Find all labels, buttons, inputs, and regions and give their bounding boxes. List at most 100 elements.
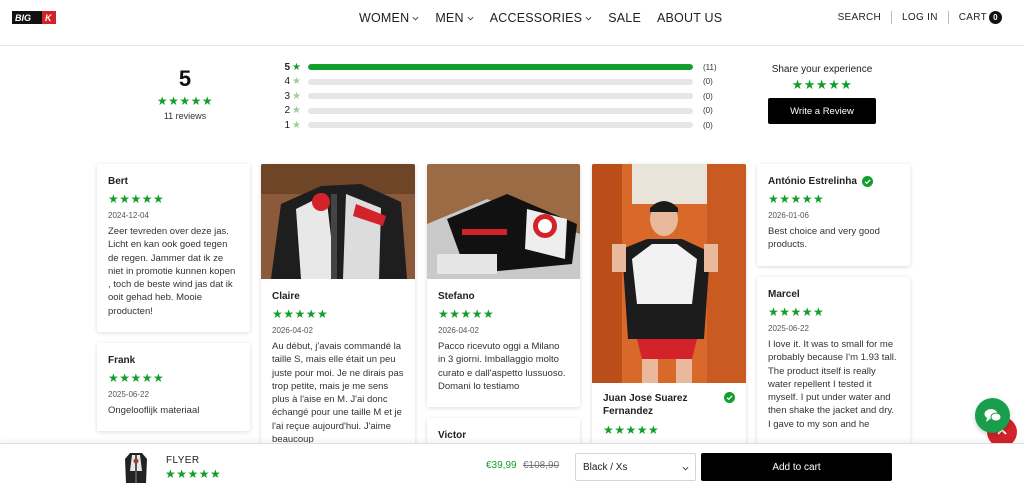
- rating-count: (0): [703, 77, 713, 87]
- sale-price: €39,99: [486, 460, 517, 471]
- review-card[interactable]: Stefano ★★★★★ 2026-04-02 Pacco ricevuto …: [427, 164, 580, 407]
- product-star-rating: ★★★★★: [165, 467, 222, 481]
- review-text: Pacco ricevuto oggi a Milano in 3 giorni…: [438, 341, 566, 392]
- review-card[interactable]: Juan Jose Suarez Fernandez ★★★★★: [592, 164, 746, 454]
- rating-bar-fill: [308, 64, 693, 71]
- rating-row-3[interactable]: 3 ★ (0): [281, 89, 717, 104]
- reviewer-name: Victor: [438, 430, 467, 441]
- top-navigation-bar: BIG K WOMEN MEN ACCESSORIES SALE ABOUT U…: [0, 0, 1024, 46]
- reviewer-name-row: Juan Jose Suarez Fernandez: [603, 392, 735, 418]
- rating-bar: [308, 107, 693, 114]
- nav-label: ACCESSORIES: [489, 11, 583, 25]
- review-text: Ongelooflijk materiaal: [108, 405, 200, 416]
- divider: [891, 11, 893, 24]
- star-rating: ★★★★★: [272, 307, 329, 321]
- review-date: 2026-04-02: [272, 326, 313, 335]
- rating-row-5[interactable]: 5 ★ (11): [281, 60, 717, 75]
- chevron-down-icon: [682, 466, 689, 471]
- reviewer-name: Marcel: [768, 289, 800, 300]
- rating-level: 2: [284, 105, 290, 117]
- review-date: 2025-06-22: [108, 390, 149, 399]
- nav-item-sale[interactable]: SALE: [608, 11, 641, 25]
- rating-bar: [308, 64, 693, 71]
- cart-count-badge: 0: [989, 11, 1002, 24]
- rating-count: (11): [703, 62, 717, 72]
- review-date: 2025-06-22: [768, 324, 809, 333]
- nav-label: SALE: [608, 11, 641, 25]
- rating-level: 4: [284, 76, 290, 88]
- nav-item-women[interactable]: WOMEN: [359, 11, 419, 25]
- star-rating: ★★★★★: [156, 94, 214, 108]
- reviewer-name: Claire: [272, 291, 300, 302]
- star-rating: ★★★★★: [438, 307, 495, 321]
- review-text: Au début, j'avais commandé la taille S, …: [272, 341, 404, 446]
- variant-select[interactable]: Black / Xs: [575, 453, 696, 481]
- review-date: 2024-12-04: [108, 211, 149, 220]
- product-name: FLYER: [166, 455, 200, 466]
- review-count: 11 reviews: [163, 111, 207, 121]
- sticky-add-to-cart-bar: FLYER ★★★★★ €39,99 €108,90 Black / Xs Ad…: [0, 443, 1024, 488]
- chat-button[interactable]: [975, 398, 1010, 433]
- chevron-down-icon: [467, 16, 474, 20]
- nav-item-men[interactable]: MEN: [435, 11, 474, 25]
- rating-bar: [308, 78, 693, 85]
- star-icon: ★: [292, 90, 301, 102]
- divider: [947, 11, 949, 24]
- reviewer-name: Stefano: [438, 291, 475, 302]
- review-date: 2026-04-02: [438, 326, 479, 335]
- chat-bubble-icon: [984, 408, 1001, 422]
- review-date: 2026-01-06: [768, 211, 809, 220]
- verified-check-icon: [861, 176, 873, 187]
- rating-row-4[interactable]: 4 ★ (0): [281, 75, 717, 90]
- add-to-cart-button[interactable]: Add to cart: [701, 453, 892, 481]
- review-card[interactable]: Frank ★★★★★ 2025-06-22 Ongelooflijk mate…: [97, 343, 250, 431]
- review-text: I love it. It was to small for me probab…: [768, 339, 897, 430]
- review-photo[interactable]: [427, 164, 580, 279]
- rating-count: (0): [703, 91, 713, 101]
- original-price: €108,90: [523, 460, 560, 471]
- star-icon: ★: [292, 76, 301, 88]
- share-label: Share your experience: [771, 64, 873, 75]
- search-link[interactable]: SEARCH: [838, 12, 881, 23]
- rating-row-1[interactable]: 1 ★ (0): [281, 118, 717, 133]
- login-link[interactable]: LOG IN: [902, 12, 938, 23]
- reviewer-name: Frank: [108, 355, 136, 366]
- chevron-down-icon: [585, 16, 592, 20]
- review-card[interactable]: António Estrelinha ★★★★★ 2026-01-06 Best…: [757, 164, 910, 266]
- rating-distribution: 5 ★ (11) 4 ★ (0) 3 ★ (0) 2 ★ (0) 1 ★ (0): [281, 60, 717, 133]
- rating-level: 5: [284, 61, 290, 73]
- star-rating: ★★★★★: [768, 305, 825, 319]
- rating-count: (0): [703, 120, 713, 130]
- chevron-down-icon: [412, 16, 419, 20]
- star-rating: ★★★★★: [108, 192, 165, 206]
- verified-check-icon: [724, 392, 735, 403]
- star-icon: ★: [292, 119, 301, 131]
- svg-text:BIG: BIG: [15, 13, 31, 23]
- review-text: Zeer tevreden over deze jas. Licht en ka…: [108, 226, 236, 317]
- rating-row-2[interactable]: 2 ★ (0): [281, 104, 717, 119]
- nav-item-about-us[interactable]: ABOUT US: [657, 11, 722, 25]
- utility-links: SEARCH LOG IN CART 0: [838, 11, 1002, 24]
- reviewer-name: Juan Jose Suarez Fernandez: [603, 393, 688, 417]
- product-thumbnail: [125, 453, 147, 483]
- brand-logo[interactable]: BIG K: [12, 11, 56, 24]
- nav-label: ABOUT US: [656, 11, 723, 25]
- star-icon: ★: [292, 105, 301, 117]
- rating-bar: [308, 122, 693, 129]
- star-icon: ★: [292, 61, 301, 73]
- rating-bar: [308, 93, 693, 100]
- review-photo[interactable]: [592, 164, 746, 383]
- review-card[interactable]: Marcel ★★★★★ 2025-06-22 I love it. It wa…: [757, 277, 910, 454]
- average-score: 5: [178, 66, 192, 91]
- cart-link[interactable]: CART: [959, 12, 987, 23]
- review-card[interactable]: Claire ★★★★★ 2026-04-02 Au début, j'avai…: [261, 164, 415, 454]
- reviewer-name-row: António Estrelinha: [768, 176, 899, 187]
- rating-summary: 5 ★★★★★ 11 reviews 5 ★ (11) 4 ★ (0) 3 ★ (0)…: [0, 60, 1024, 140]
- star-rating-input[interactable]: ★★★★★: [768, 77, 876, 93]
- rating-level: 3: [284, 90, 290, 102]
- write-review-button[interactable]: Write a Review: [768, 98, 876, 124]
- review-photo[interactable]: [261, 164, 415, 279]
- star-rating: ★★★★★: [603, 423, 660, 437]
- nav-item-accessories[interactable]: ACCESSORIES: [490, 11, 593, 25]
- review-card[interactable]: Bert ★★★★★ 2024-12-04 Zeer tevreden over…: [97, 164, 250, 332]
